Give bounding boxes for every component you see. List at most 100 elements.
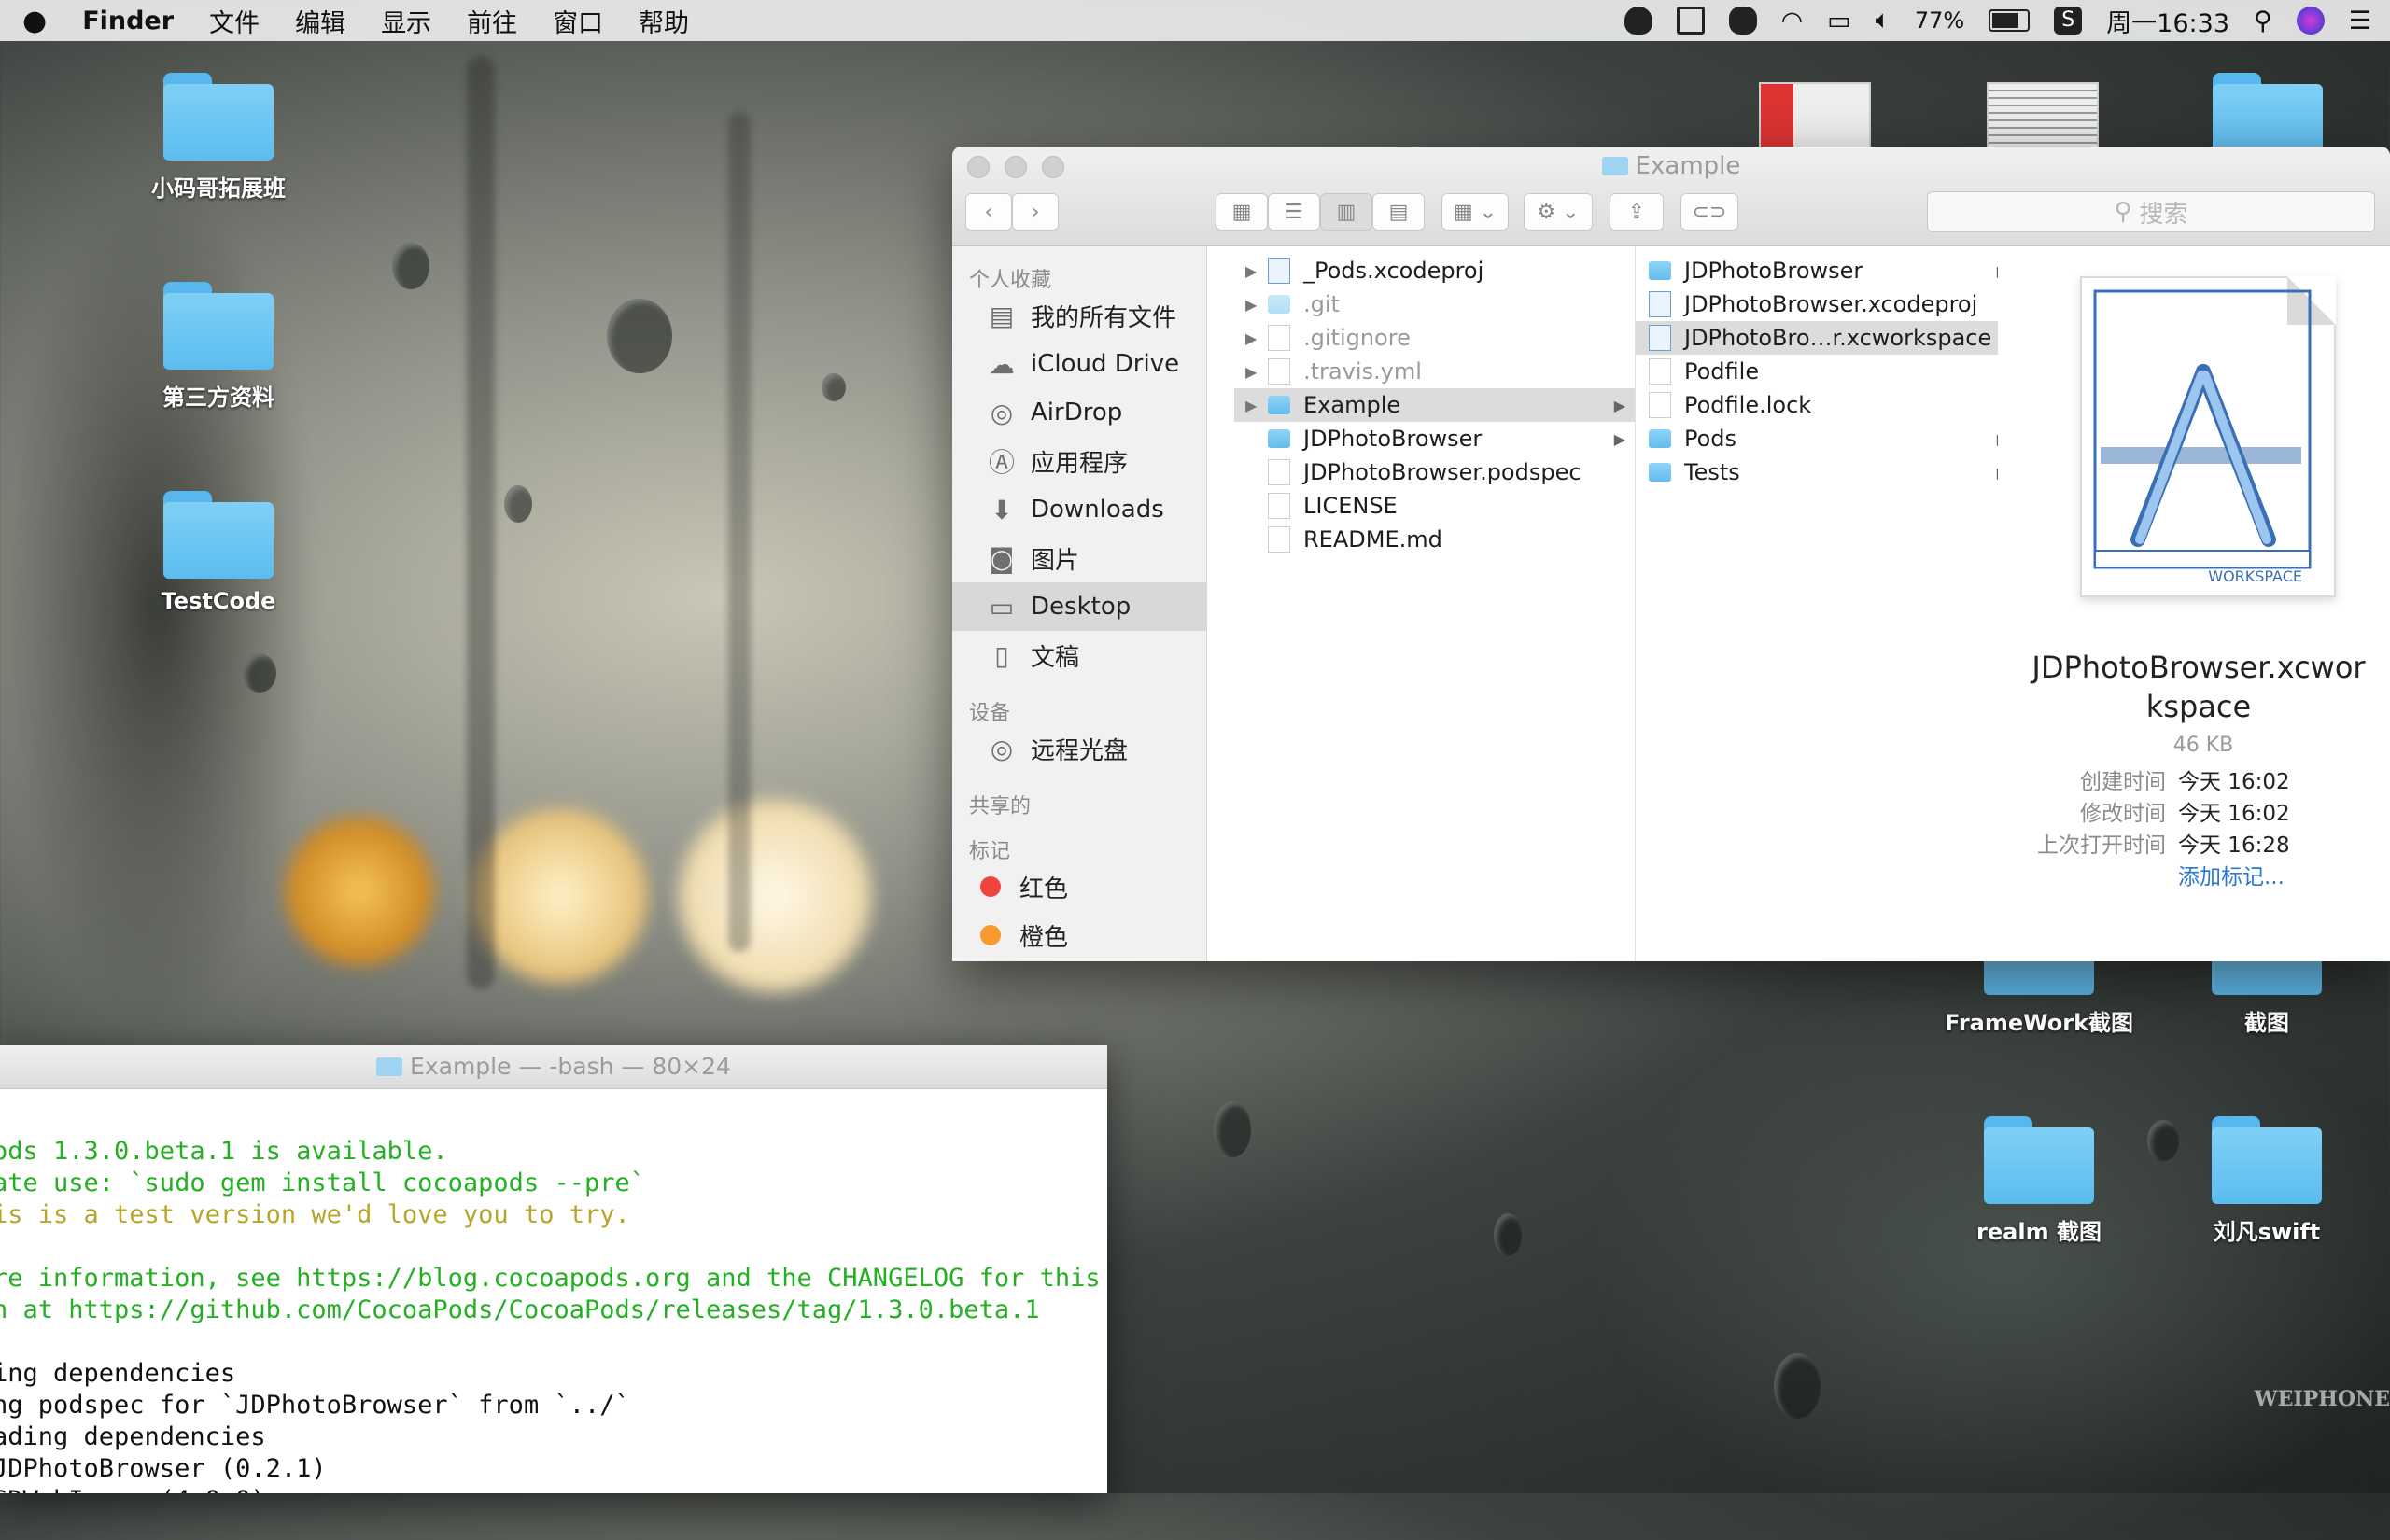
list-item[interactable]: Pods▶ — [1636, 422, 2017, 455]
list-item[interactable]: JDPhotoBro…r.xcworkspace — [1636, 321, 2017, 355]
meta-value: 今天 16:28 — [2178, 833, 2290, 858]
search-icon: ⚲ — [2114, 198, 2132, 226]
sidebar-item-downloads[interactable]: ⬇ Downloads — [952, 485, 1206, 534]
action-gear-button[interactable]: ⚙ ⌄ — [1524, 193, 1593, 231]
menu-edit[interactable]: 编辑 — [295, 3, 345, 39]
volume-icon[interactable]: 🔈︎ — [1876, 6, 1891, 35]
file-name: .travis.yml — [1303, 358, 1422, 385]
list-item[interactable]: ▶ .git — [1234, 287, 1635, 321]
sidebar-item-label: Downloads — [1031, 496, 1164, 524]
sidebar-tag-orange[interactable]: 橙色 — [952, 911, 1206, 959]
meta-label: 修改时间 — [2080, 802, 2166, 826]
list-item[interactable]: LICENSE — [1234, 489, 1635, 523]
sidebar-item-airdrop[interactable]: ◎ AirDrop — [952, 388, 1206, 437]
tag-dot-icon — [980, 876, 1001, 897]
disclosure-triangle-icon[interactable]: ▶ — [1245, 262, 1257, 280]
desktop-folder-label: 第三方资料 — [162, 385, 274, 411]
desktop-folder[interactable]: 小码哥拓展班 — [116, 73, 321, 203]
menu-view[interactable]: 显示 — [381, 3, 431, 39]
evernote-icon[interactable] — [1728, 7, 1757, 35]
list-item[interactable]: JDPhotoBrowser.podspec — [1234, 455, 1635, 489]
disclosure-triangle-icon[interactable]: ▶ — [1245, 329, 1257, 347]
chevron-right-icon: ▶ — [1613, 396, 1625, 414]
s-app-icon[interactable]: S — [2054, 7, 2083, 35]
preview-name-line: kspace — [2145, 689, 2252, 724]
wifi-icon[interactable]: ◠ — [1781, 7, 1804, 35]
desktop-folder[interactable]: TestCode — [116, 491, 321, 614]
file-name: JDPhotoBrowser — [1303, 426, 1483, 452]
menu-window[interactable]: 窗口 — [553, 3, 603, 39]
terminal-output[interactable]: ods 1.3.0.beta.1 is available. ate use: `… — [0, 1089, 1107, 1493]
sidebar-item-label: 橙色 — [1019, 923, 1069, 952]
list-item[interactable]: ▶ .gitignore — [1234, 321, 1635, 355]
tag-button[interactable]: ⊂⊃ — [1680, 193, 1738, 231]
view-icons-button[interactable]: ▦ — [1216, 193, 1268, 231]
sidebar-header-devices: 设备 — [969, 702, 1011, 725]
sidebar-tag-red[interactable]: 红色 — [952, 862, 1206, 911]
sidebar-item-desktop[interactable]: ▭ Desktop — [952, 582, 1206, 631]
sidebar-item-label: 应用程序 — [1031, 449, 1129, 478]
document-icon — [1268, 325, 1290, 351]
finder-window: Example ‹ › ▦ ☰ ▥ ▤ ▦ ⌄ ⚙ ⌄ ⇪ ⊂⊃ ⚲ 搜索 个人收… — [952, 147, 2390, 961]
list-item[interactable]: ▶ .travis.yml — [1234, 355, 1635, 388]
list-item[interactable]: README.md — [1234, 523, 1635, 556]
share-button[interactable]: ⇪ — [1610, 193, 1664, 231]
back-button[interactable]: ‹ — [965, 193, 1012, 231]
list-item[interactable]: ▶ _Pods.xcodeproj — [1234, 254, 1635, 287]
desktop-screenshot-thumbnail[interactable] — [1987, 82, 2099, 151]
file-name: README.md — [1303, 526, 1442, 553]
sidebar-item-documents[interactable]: ▯ 文稿 — [952, 631, 1206, 679]
view-gallery-button[interactable]: ▤ — [1372, 193, 1425, 231]
notification-center-icon[interactable]: ☰ — [2349, 7, 2371, 35]
disclosure-triangle-icon[interactable]: ▶ — [1245, 397, 1257, 414]
list-item[interactable]: JDPhotoBrowser▶ — [1234, 422, 1635, 455]
search-input[interactable]: ⚲ 搜索 — [1927, 191, 2375, 232]
list-item[interactable]: Tests▶ — [1636, 455, 2017, 489]
apple-icon[interactable]: ● — [22, 5, 47, 37]
disclosure-triangle-icon[interactable]: ▶ — [1245, 296, 1257, 314]
menu-clock[interactable]: 周一16:33 — [2106, 3, 2229, 39]
sidebar-item-label: 图片 — [1031, 546, 1080, 575]
add-tag-link[interactable]: 添加标记... — [2178, 859, 2285, 890]
desktop-folder[interactable]: realm 截图 — [1936, 1116, 2142, 1246]
qq-icon[interactable] — [1624, 7, 1652, 35]
menu-file[interactable]: 文件 — [209, 3, 260, 39]
meta-value: 今天 16:02 — [2178, 802, 2290, 826]
menu-app-name[interactable]: Finder — [82, 7, 174, 35]
desktop-folder[interactable]: 刘凡swift — [2164, 1116, 2369, 1246]
menu-go[interactable]: 前往 — [467, 3, 517, 39]
desktop-screenshot-thumbnail[interactable] — [1759, 82, 1871, 151]
view-list-button[interactable]: ☰ — [1268, 193, 1320, 231]
sidebar-item-pictures[interactable]: ◙ 图片 — [952, 534, 1206, 582]
sidebar-header-favorites: 个人收藏 — [969, 269, 1052, 292]
document-icon — [1268, 358, 1290, 385]
list-item[interactable]: Podfile.lock — [1636, 388, 2017, 422]
view-columns-button[interactable]: ▥ — [1320, 193, 1372, 231]
spotlight-icon[interactable]: ⚲ — [2254, 7, 2272, 35]
file-name: Example — [1303, 392, 1401, 418]
document-icon — [1268, 526, 1290, 553]
siri-icon[interactable] — [2296, 7, 2325, 35]
disclosure-triangle-icon[interactable]: ▶ — [1245, 363, 1257, 381]
display-icon[interactable] — [1676, 7, 1705, 35]
file-name: JDPhotoBro…r.xcworkspace — [1684, 325, 1992, 351]
menu-help[interactable]: 帮助 — [639, 3, 689, 39]
terminal-line: ate use: `sudo gem install cocoapods --p… — [0, 1169, 645, 1197]
list-item[interactable]: ▶ Example ▶ — [1234, 388, 1635, 422]
list-item[interactable]: JDPhotoBrowser.xcodeproj — [1636, 287, 2017, 321]
battery-icon[interactable] — [1989, 9, 2031, 32]
sidebar-item-remote-disc[interactable]: ◎ 远程光盘 — [952, 724, 1206, 773]
preview-pane: WORKSPACE JDPhotoBrowser.xcwor kspace 46 … — [1998, 246, 2390, 961]
sidebar-item-all-files[interactable]: ▤ 我的所有文件 — [952, 291, 1206, 340]
list-item[interactable]: Podfile — [1636, 355, 2017, 388]
list-item[interactable]: JDPhotoBrowser▶ — [1636, 254, 2017, 287]
desktop-folder[interactable]: 第三方资料 — [116, 282, 321, 412]
airplay-icon[interactable]: ▭ — [1827, 7, 1851, 35]
workspace-badge: WORKSPACE — [2208, 567, 2302, 585]
preview-file-name: JDPhotoBrowser.xcwor kspace — [2017, 648, 2381, 726]
forward-button[interactable]: › — [1012, 193, 1059, 231]
sidebar-item-applications[interactable]: Ⓐ 应用程序 — [952, 437, 1206, 485]
sidebar-item-icloud[interactable]: ☁ iCloud Drive — [952, 340, 1206, 388]
terminal-line: ​ — [0, 1231, 1107, 1263]
arrange-button[interactable]: ▦ ⌄ — [1441, 193, 1509, 231]
